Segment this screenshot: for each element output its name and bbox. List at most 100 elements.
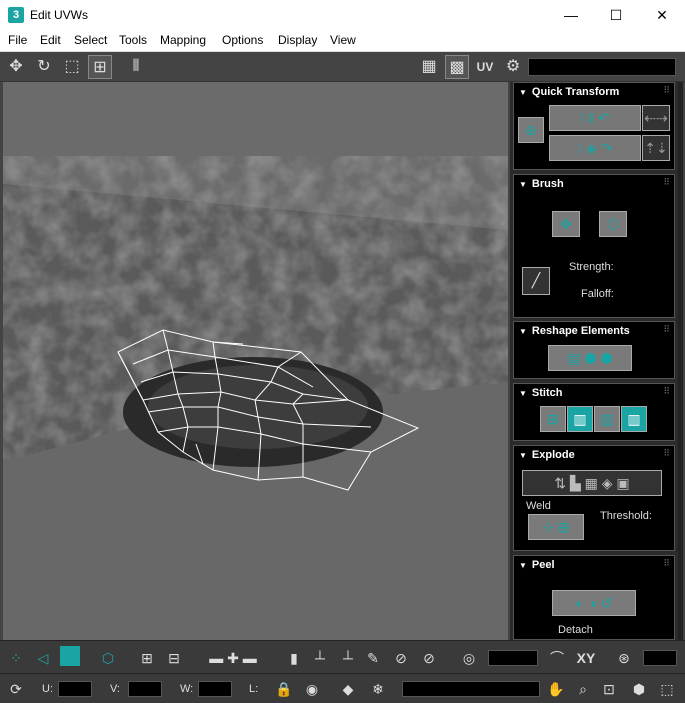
map-dropdown[interactable] [528,58,676,76]
edge-distance-value[interactable] [643,650,677,666]
grip-icon[interactable]: ⠿ [663,177,670,188]
soft-select-icon[interactable]: ◎ [458,647,480,669]
maximize-button[interactable]: ☐ [593,0,639,30]
freeze-icon[interactable]: ❄ [367,678,389,700]
rollout-stitch: ▼ Stitch ⠿ ⊞ ▥ ▥ ▥ [513,383,675,441]
stitch-source-icon[interactable]: ▥ [567,406,593,432]
loop-grow-icon[interactable]: ┴ [309,647,331,669]
pan-icon[interactable]: ✋ [545,678,567,700]
viewport-canvas [3,82,508,640]
rollout-title[interactable]: ▼ Quick Transform [519,86,619,98]
rollout-reshape-elements: ▼ Reshape Elements ⠿ ▤ ⬢ ⬢ [513,321,675,379]
rollout-title[interactable]: ▼ Peel [519,559,555,571]
grip-icon[interactable]: ⠿ [663,85,670,96]
falloff-curve-icon[interactable]: ╱ [522,267,550,295]
lock-icon[interactable]: 🔒 [273,678,295,700]
menu-view[interactable]: View [330,33,356,47]
ring-icon[interactable]: ▮ [283,647,305,669]
grip-icon[interactable]: ⠿ [663,324,670,335]
transform-mode-icon[interactable]: ⟳ [5,678,27,700]
stitch-target-icon[interactable]: ▥ [621,406,647,432]
rollout-quick-transform: ▼ Quick Transform ⠿ ⊕ ⁞ ‖ ↶ ⁝ ◈ ↷ ⇠⇢ ⇡⇣ [513,82,675,170]
weld-buttons-icon[interactable]: ⊹ ⊞ [528,514,584,540]
zoom-extents-icon[interactable]: ⬢ [628,678,650,700]
soft-select-value[interactable] [488,650,538,666]
uv-viewport[interactable] [3,82,508,640]
move-icon[interactable]: ✥ [4,55,28,79]
grip-icon[interactable]: ⠿ [663,386,670,397]
paint-select-icon[interactable]: ✎ [362,647,384,669]
align-vertical-icon[interactable]: ⁝ ◈ ↷ [549,135,641,161]
brush-move-icon[interactable]: ✥ [552,211,580,237]
mirror-icon[interactable]: ⫴ [124,55,148,79]
select-vertex-icon[interactable]: ⁘ [5,647,27,669]
minimize-button[interactable]: — [548,0,594,30]
select-element-icon[interactable]: ⬡ [97,647,119,669]
l-label: L: [249,683,259,695]
filter-dropdown[interactable] [402,681,540,697]
scale-icon[interactable]: ⬚ [60,55,84,79]
rotate-icon[interactable]: ↻ [32,55,56,79]
zoom-icon[interactable]: ⌕ [572,678,594,700]
menu-edit[interactable]: Edit [40,33,61,47]
rollout-title[interactable]: ▼ Explode [519,449,575,461]
peel-buttons-icon[interactable]: ◐ ◑ ↺ [552,590,636,616]
paint-shrink-icon[interactable]: ⊘ [418,647,440,669]
zoom-selected-icon[interactable]: ⬚ [656,678,678,700]
loop-shrink-icon[interactable]: ┴ [337,647,359,669]
menu-display[interactable]: Display [278,33,317,47]
map-settings-icon[interactable]: ⚙ [501,55,525,79]
grip-icon[interactable]: ⠿ [663,558,670,569]
align-horizontal-icon[interactable]: ⁞ ‖ ↶ [549,105,641,131]
menu-bar: File Edit Select Tools Mapping Options D… [0,30,685,52]
pivot-icon[interactable]: ⊕ [518,117,544,143]
menu-mapping[interactable]: Mapping [160,33,206,47]
brush-relax-icon[interactable]: ⬡ [599,211,627,237]
stitch-custom-icon[interactable]: ⊞ [540,406,566,432]
xy-toggle[interactable]: XY [574,647,598,669]
falloff-type-icon[interactable]: ⌒ [546,647,568,669]
edge-distance-icon[interactable]: ⊛ [613,647,635,669]
falloff-label: Falloff: [581,288,614,300]
checker-icon[interactable]: ▦ [417,55,441,79]
side-panel: ▼ Quick Transform ⠿ ⊕ ⁞ ‖ ↶ ⁝ ◈ ↷ ⇠⇢ ⇡⇣ ▼… [510,82,682,640]
title-bar: 3 Edit UVWs — ☐ ✕ [0,0,685,30]
hide-icon[interactable]: ◆ [337,678,359,700]
weld-label: Weld [526,500,551,512]
menu-file[interactable]: File [8,33,27,47]
rollout-title[interactable]: ▼ Stitch [519,387,562,399]
grow-select-icon[interactable]: ⊞ [136,647,158,669]
menu-options[interactable]: Options [222,33,263,47]
close-button[interactable]: ✕ [639,0,685,30]
reshape-buttons-icon[interactable]: ▤ ⬢ ⬢ [548,345,632,371]
rollout-title[interactable]: ▼ Reshape Elements [519,325,630,337]
explode-buttons-icon[interactable]: ⇅ ▙ ▦ ◈ ▣ [522,470,662,496]
v-field[interactable] [128,681,162,697]
w-field[interactable] [198,681,232,697]
menu-select[interactable]: Select [74,33,107,47]
uv-toggle[interactable]: UV [473,55,497,79]
rollout-explode: ▼ Explode ⠿ ⇅ ▙ ▦ ◈ ▣ Weld ⊹ ⊞ Threshold: [513,445,675,551]
rollout-title[interactable]: ▼ Brush [519,178,564,190]
u-field[interactable] [58,681,92,697]
select-edge-icon[interactable]: ◁ [32,647,54,669]
select-face-icon[interactable] [60,646,80,666]
space-vertical-icon[interactable]: ⇡⇣ [642,135,670,161]
shrink-select-icon[interactable]: ⊟ [163,647,185,669]
threshold-label: Threshold: [600,510,652,522]
u-label: U: [42,683,53,695]
panel-scrollbar[interactable] [678,82,683,640]
loop-ring-icons[interactable]: ▬ ✚ ▬ [193,647,273,669]
bottom-toolbar-transform: ⟳ U: V: W: L: 🔒 ◉ ◆ ❄ ✋ ⌕ ⊡ ⬢ ⬚ [0,673,685,703]
grip-icon[interactable]: ⠿ [663,448,670,459]
texture-checker-icon[interactable]: ▩ [445,55,469,79]
freeform-icon[interactable]: ⊞ [88,55,112,79]
menu-tools[interactable]: Tools [119,33,147,47]
rollout-peel: ▼ Peel ⠿ ◐ ◑ ↺ Detach [513,555,675,640]
paint-grow-icon[interactable]: ⊘ [390,647,412,669]
stitch-average-icon[interactable]: ▥ [594,406,620,432]
space-horizontal-icon[interactable]: ⇠⇢ [642,105,670,131]
visibility-icon[interactable]: ◉ [301,678,323,700]
zoom-region-icon[interactable]: ⊡ [598,678,620,700]
window-title: Edit UVWs [30,8,89,22]
